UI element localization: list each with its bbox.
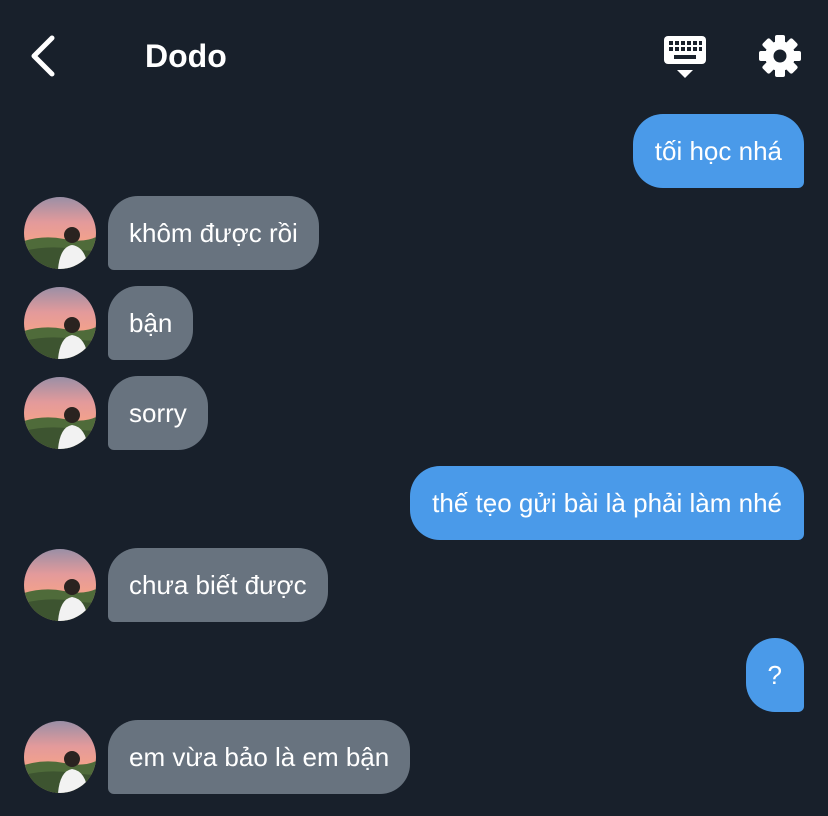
message-incoming[interactable]: sorry: [108, 376, 208, 450]
chat-header: Dodo: [0, 0, 828, 110]
message-outgoing[interactable]: thế tẹo gửi bài là phải làm nhé: [410, 466, 804, 540]
settings-button[interactable]: [756, 32, 804, 80]
avatar-photo: [24, 721, 96, 793]
avatar-photo: [24, 377, 96, 449]
avatar-photo: [24, 549, 96, 621]
contact-avatar[interactable]: [24, 287, 96, 359]
message-incoming[interactable]: chưa biết được: [108, 548, 328, 622]
message-outgoing[interactable]: ?: [745, 638, 804, 712]
keyboard-button[interactable]: [660, 34, 710, 82]
message-incoming[interactable]: em vừa bảo là em bận: [108, 720, 411, 794]
contact-avatar[interactable]: [24, 197, 96, 269]
gear-icon: [759, 35, 801, 77]
keyboard-icon: [664, 36, 706, 78]
contact-avatar[interactable]: [24, 721, 96, 793]
message-outgoing[interactable]: tối học nhá: [632, 114, 804, 188]
message-incoming[interactable]: bận: [108, 286, 194, 360]
contact-avatar[interactable]: [24, 377, 96, 449]
avatar-photo: [24, 197, 96, 269]
chat-screen: Dodo tối học nhá khôm được rồi bận sorry…: [0, 0, 828, 816]
contact-name[interactable]: Dodo: [145, 36, 227, 76]
chevron-left-icon: [31, 35, 55, 77]
contact-avatar[interactable]: [24, 549, 96, 621]
avatar-photo: [24, 287, 96, 359]
back-button[interactable]: [22, 30, 66, 82]
message-incoming[interactable]: khôm được rồi: [108, 196, 319, 270]
